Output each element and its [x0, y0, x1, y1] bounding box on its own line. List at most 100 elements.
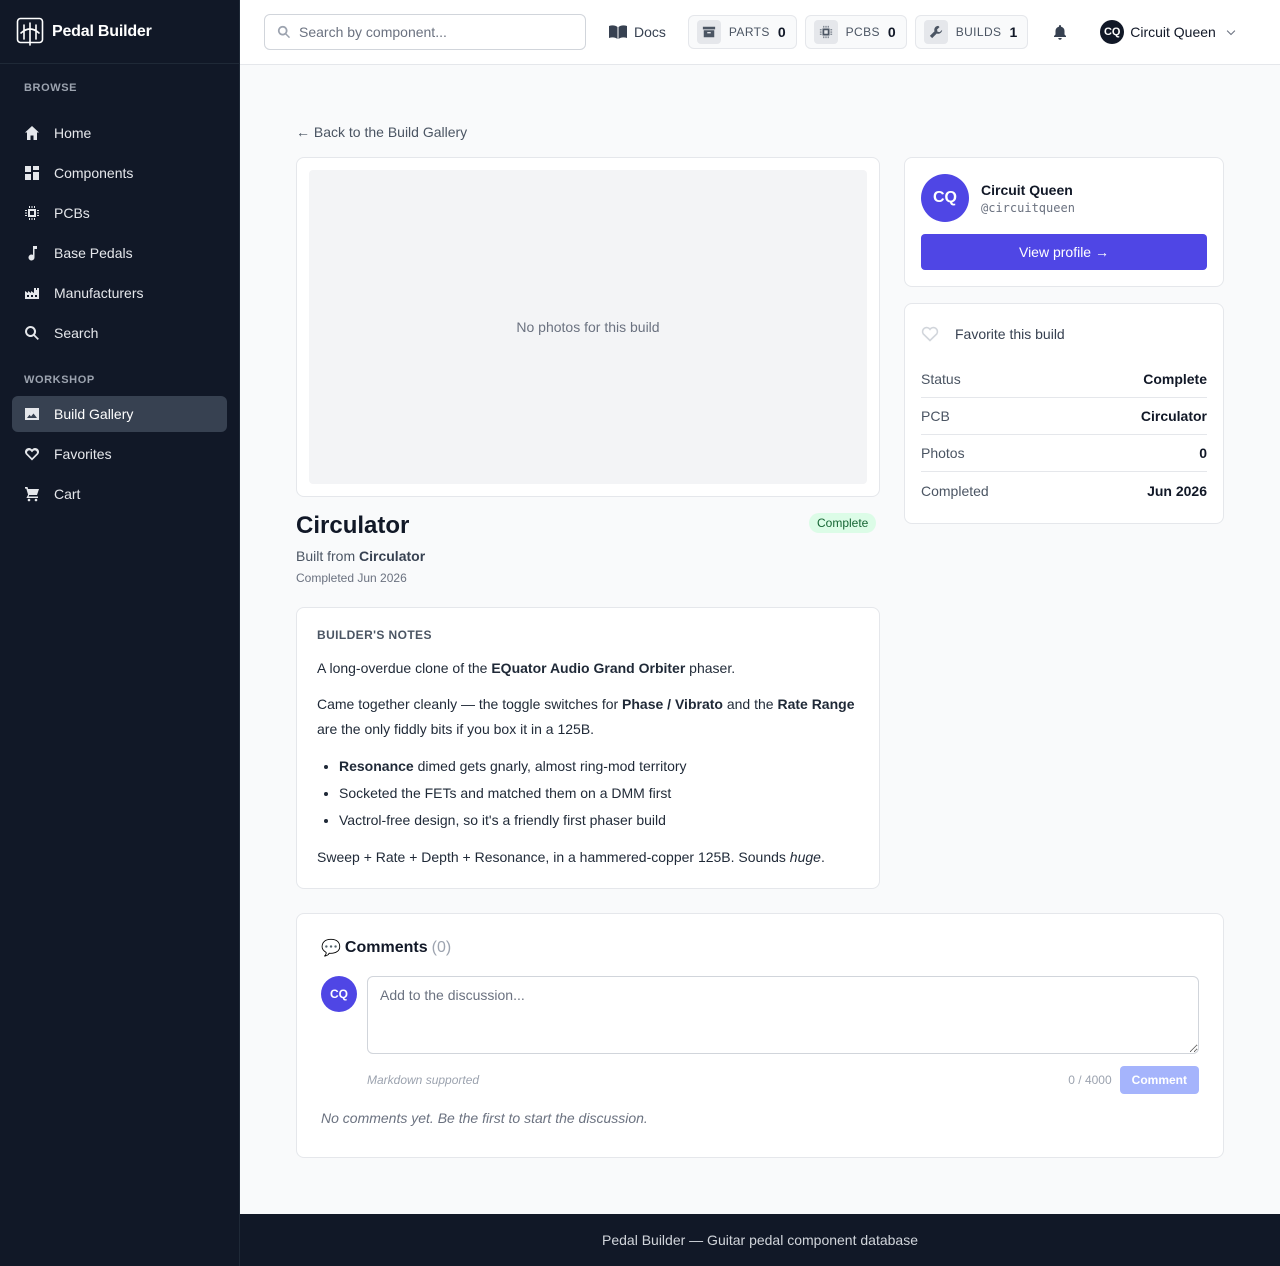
counters: PARTS 0 PCBS 0 BUILDS 1	[687, 15, 1029, 49]
sidebar-item-cart[interactable]: Cart	[12, 476, 227, 512]
bold-text: Resonance	[339, 758, 414, 774]
profile-row: CQ Circuit Queen @circuitqueen	[921, 174, 1207, 222]
text: Vactrol-free design, so it's a friendly …	[339, 812, 666, 828]
comment-button[interactable]: Comment	[1119, 1066, 1199, 1094]
completed-date: Completed Jun 2026	[296, 571, 407, 585]
sidebar-item-search[interactable]: Search	[12, 315, 227, 351]
text: and the	[722, 696, 778, 712]
sidebar-item-label: PCBs	[54, 205, 90, 221]
meta-key: PCB	[921, 408, 950, 424]
sidebar: Pedal Builder BROWSE Home Components PCB…	[0, 0, 240, 1266]
comments-title: Comments	[344, 939, 428, 956]
comment-actions: 0 / 4000 Comment	[1068, 1066, 1199, 1094]
bold-text: EQuator Audio Grand Orbiter	[491, 660, 686, 676]
empty-comments-text: No comments yet. Be the first to start t…	[321, 1110, 648, 1126]
meta-row-completed: Completed Jun 2026	[921, 472, 1207, 509]
brand[interactable]: Pedal Builder	[0, 0, 239, 64]
profile-name: Circuit Queen	[981, 181, 1073, 198]
sidebar-item-label: Base Pedals	[54, 245, 133, 261]
grid-icon	[24, 165, 40, 181]
docs-link[interactable]: Docs	[608, 24, 666, 40]
meta-value[interactable]: Circulator	[1141, 408, 1207, 424]
char-count: 0 / 4000	[1068, 1073, 1112, 1087]
image-icon	[24, 406, 40, 422]
heart-icon	[24, 446, 40, 462]
avatar[interactable]: CQ	[921, 174, 969, 222]
pcbs-counter[interactable]: PCBS 0	[804, 15, 907, 49]
meta-key: Status	[921, 371, 961, 387]
comments-count: (0)	[431, 939, 452, 956]
search-box[interactable]	[264, 14, 586, 50]
back-to-gallery-link[interactable]: ← Back to the Build Gallery	[296, 124, 467, 140]
sidebar-item-build-gallery[interactable]: Build Gallery	[12, 396, 227, 432]
footer-text: Pedal Builder — Guitar pedal component d…	[602, 1232, 918, 1248]
sidebar-item-label: Favorites	[54, 446, 112, 462]
text: Sweep + Rate + Depth + Resonance, in a h…	[317, 849, 790, 865]
sidebar-item-base-pedals[interactable]: Base Pedals	[12, 235, 227, 271]
notes-paragraph: Came together cleanly — the toggle switc…	[317, 692, 859, 742]
photo-placeholder: No photos for this build	[309, 170, 867, 484]
sidebar-item-manufacturers[interactable]: Manufacturers	[12, 275, 227, 311]
view-profile-button[interactable]: View profile →	[921, 234, 1207, 270]
comment-composer: CQ	[321, 976, 1199, 1054]
page-title: Circulator	[296, 512, 410, 539]
counter-label: PARTS	[728, 25, 770, 39]
sidebar-item-label: Cart	[54, 486, 81, 502]
counter-label: PCBS	[845, 25, 880, 39]
bold-text: Phase / Vibrato	[622, 696, 723, 712]
text: dimed gets gnarly, almost ring-mod terri…	[413, 758, 687, 774]
comments-heading: 💬 Comments (0)	[321, 938, 1199, 958]
top-bar: Docs PARTS 0 PCBS 0 BUILDS 1 CQ Circuit …	[240, 0, 1280, 65]
list-item: Socketed the FETs and matched them on a …	[339, 780, 859, 807]
no-photos-text: No photos for this build	[516, 319, 660, 335]
counter-label: BUILDS	[955, 25, 1002, 39]
comment-footer: Markdown supported 0 / 4000 Comment	[367, 1066, 1199, 1094]
sidebar-item-home[interactable]: Home	[12, 115, 227, 151]
pedal-logo-icon	[16, 17, 44, 47]
built-from-prefix: Built from	[296, 548, 356, 564]
sidebar-item-pcbs[interactable]: PCBs	[12, 195, 227, 231]
meta-row-status: Status Complete	[921, 361, 1207, 398]
comment-input[interactable]	[367, 976, 1199, 1054]
meta-value: Jun 2026	[1147, 482, 1207, 499]
speech-bubble-icon: 💬	[321, 940, 341, 957]
built-from-pcb-link[interactable]: Circulator	[359, 548, 425, 564]
meta-value: Complete	[1143, 371, 1207, 387]
profile-handle: @circuitqueen	[981, 200, 1075, 215]
counter-value: 1	[1009, 24, 1018, 40]
book-icon	[609, 25, 627, 39]
meta-row-pcb: PCB Circulator	[921, 398, 1207, 435]
search-icon	[24, 325, 40, 341]
chip-icon	[813, 20, 838, 44]
build-meta-card: Favorite this build Status Complete PCB …	[904, 303, 1224, 524]
markdown-note: Markdown supported	[367, 1073, 480, 1087]
user-name: Circuit Queen	[1130, 24, 1216, 40]
cart-icon	[24, 486, 40, 502]
sidebar-item-label: Home	[54, 125, 92, 141]
parts-counter[interactable]: PARTS 0	[687, 15, 797, 49]
user-menu[interactable]: CQ Circuit Queen	[1100, 20, 1236, 44]
builds-counter[interactable]: BUILDS 1	[914, 15, 1029, 49]
notifications-bell-icon[interactable]	[1050, 22, 1070, 42]
builders-notes-card: BUILDER'S NOTES A long-overdue clone of …	[296, 607, 880, 889]
docs-label: Docs	[634, 24, 666, 40]
notes-list: Resonance dimed gets gnarly, almost ring…	[339, 753, 859, 834]
meta-row-photos: Photos 0	[921, 435, 1207, 472]
sidebar-item-label: Manufacturers	[54, 285, 144, 301]
text: Socketed the FETs and matched them on a …	[339, 785, 672, 801]
notes-paragraph: Sweep + Rate + Depth + Resonance, in a h…	[317, 845, 859, 870]
sidebar-item-components[interactable]: Components	[12, 155, 227, 191]
list-item: Resonance dimed gets gnarly, almost ring…	[339, 753, 859, 780]
favorite-button[interactable]: Favorite this build	[921, 320, 1207, 348]
search-input[interactable]	[299, 24, 569, 40]
text: phaser.	[685, 660, 736, 676]
favorite-label: Favorite this build	[955, 326, 1065, 342]
footer: Pedal Builder — Guitar pedal component d…	[240, 1214, 1280, 1266]
sidebar-item-favorites[interactable]: Favorites	[12, 436, 227, 472]
bold-text: Rate Range	[777, 696, 855, 712]
text: .	[820, 849, 825, 865]
browse-heading: BROWSE	[24, 82, 78, 94]
photo-card: No photos for this build	[296, 157, 880, 497]
built-from: Built from Circulator	[296, 548, 425, 564]
counter-value: 0	[887, 24, 896, 40]
